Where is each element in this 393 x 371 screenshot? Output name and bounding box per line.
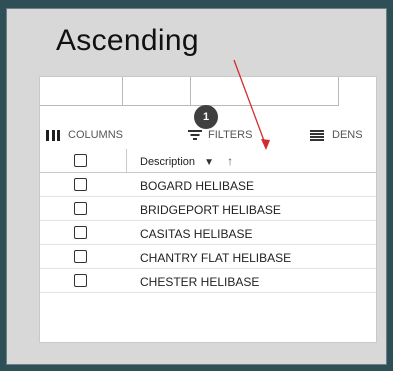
row-checkbox[interactable] (74, 202, 87, 215)
table-row[interactable]: BOGARD HELIBASE (40, 173, 376, 197)
tab-3[interactable] (190, 77, 339, 106)
description-cell: BOGARD HELIBASE (140, 179, 255, 193)
annotation-caption: Ascending (56, 24, 199, 57)
table-row[interactable]: CASITAS HELIBASE (40, 221, 376, 245)
row-checkbox[interactable] (74, 250, 87, 263)
columns-icon (46, 129, 60, 141)
description-cell: CASITAS HELIBASE (140, 227, 253, 241)
table-row[interactable]: CHANTRY FLAT HELIBASE (40, 245, 376, 269)
filters-label: FILTERS (208, 129, 253, 141)
row-checkbox[interactable] (74, 274, 87, 287)
filters-button[interactable]: FILTERS (188, 129, 252, 141)
sort-ascending-icon[interactable]: ↑ (227, 154, 233, 168)
slide-panel: Ascending COLUMNS FILTERS DENS 1 Descrip… (6, 8, 387, 365)
description-cell: BRIDGEPORT HELIBASE (140, 203, 281, 217)
grid-header-row: Description ▼ ↑ (40, 149, 376, 173)
table-row[interactable]: CHESTER HELIBASE (40, 269, 376, 293)
filter-lines-icon (188, 130, 202, 140)
row-checkbox[interactable] (74, 178, 87, 191)
columns-button[interactable]: COLUMNS (46, 129, 123, 141)
tab-1[interactable] (40, 77, 123, 106)
columns-label: COLUMNS (68, 129, 124, 141)
density-icon (310, 129, 324, 141)
filter-active-icon[interactable]: ▼ (204, 157, 214, 168)
column-separator (126, 149, 127, 172)
density-label: DENS (332, 129, 363, 141)
description-header-label: Description (140, 156, 196, 168)
description-column-header[interactable]: Description ▼ ↑ (140, 154, 233, 168)
row-checkbox[interactable] (74, 226, 87, 239)
data-grid-screenshot: COLUMNS FILTERS DENS 1 Description ▼ ↑ B… (39, 76, 377, 343)
select-all-checkbox[interactable] (74, 154, 87, 167)
tab-strip (40, 77, 376, 107)
description-cell: CHESTER HELIBASE (140, 275, 260, 289)
tab-2[interactable] (122, 77, 191, 106)
description-cell: CHANTRY FLAT HELIBASE (140, 251, 292, 265)
density-button[interactable]: DENS (310, 129, 363, 141)
data-grid: Description ▼ ↑ BOGARD HELIBASE BRIDGEPO… (40, 149, 376, 293)
filter-count-badge: 1 (194, 105, 218, 129)
table-row[interactable]: BRIDGEPORT HELIBASE (40, 197, 376, 221)
